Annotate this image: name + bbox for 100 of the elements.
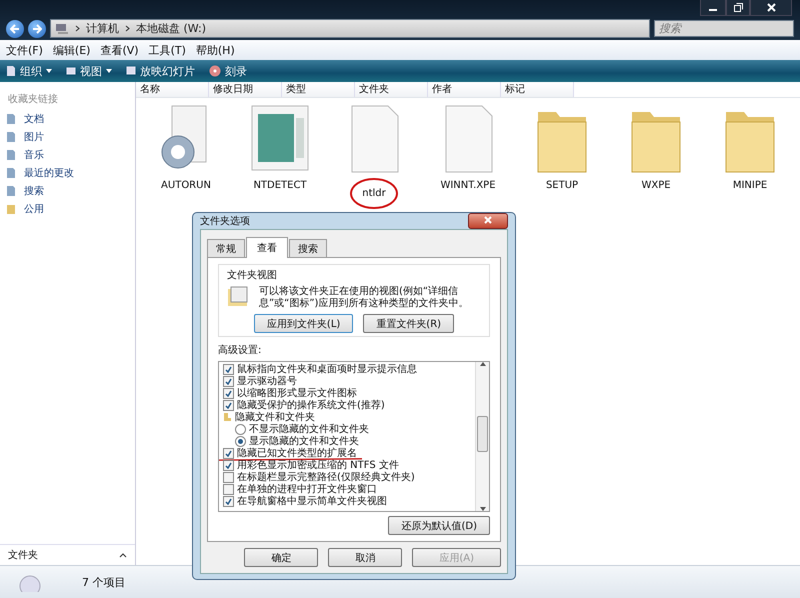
column-header[interactable]: 名称 (136, 82, 209, 97)
document-icon (6, 65, 16, 77)
tab[interactable]: 搜索 (289, 239, 327, 258)
sidebar-heading: 收藏夹链接 (7, 92, 59, 107)
menu-item[interactable]: 帮助(H) (196, 42, 235, 58)
item-count: 7 个项目 (82, 574, 126, 590)
folder-grid-icon (227, 286, 249, 308)
tab[interactable]: 常规 (207, 239, 245, 258)
chevron-up-icon (119, 552, 127, 558)
close-icon (766, 3, 776, 12)
search-field[interactable]: 搜索 (654, 20, 794, 37)
down-arrow-icon (480, 507, 486, 511)
toolbar-button[interactable]: 组织 (6, 64, 52, 78)
setting-label: 隐藏受保护的操作系统文件(推荐) (237, 398, 385, 412)
sidebar-item[interactable]: 搜索 (0, 182, 135, 200)
scrollbar[interactable] (475, 362, 489, 511)
toolbar-button[interactable]: 刻录 (209, 64, 247, 78)
column-header[interactable]: 修改日期 (209, 82, 282, 97)
setting-label: 在单独的进程中打开文件夹窗口 (237, 482, 377, 496)
left-arrow-icon (10, 24, 20, 34)
breadcrumb[interactable]: 计算机 (86, 21, 119, 36)
computer-icon (55, 22, 69, 34)
sidebar-item[interactable]: 音乐 (0, 146, 135, 164)
menu-item[interactable]: 文件(F) (6, 42, 43, 58)
document-icon (6, 131, 16, 143)
close-button[interactable] (750, 0, 792, 16)
screen-icon (126, 66, 136, 76)
document-icon (6, 167, 16, 179)
sidebar-item[interactable]: 公用 (0, 200, 135, 218)
setting-label: 不显示隐藏的文件和文件夹 (249, 422, 369, 436)
tab[interactable]: 查看 (246, 237, 288, 258)
menu-item[interactable]: 编辑(E) (52, 42, 90, 58)
up-arrow-icon (480, 362, 486, 366)
advanced-settings-label: 高级设置: (218, 344, 262, 357)
document-icon (6, 185, 16, 197)
checkbox[interactable] (223, 448, 234, 458)
restore-button[interactable] (726, 0, 750, 16)
file-name[interactable]: SETUP (540, 178, 584, 193)
setting-label: 显示隐藏的文件和文件夹 (249, 434, 359, 448)
breadcrumb[interactable]: 本地磁盘 (W:) (136, 21, 206, 36)
file-name[interactable]: WINNT.XPE (434, 178, 502, 193)
file-name[interactable]: WXPE (635, 178, 677, 193)
column-header[interactable]: 作者 (428, 82, 501, 97)
checkbox[interactable] (223, 460, 234, 470)
radio-button[interactable] (235, 436, 246, 446)
caret-icon (46, 69, 52, 73)
setting-label: 显示驱动器号 (237, 375, 297, 388)
description-text: 可以将该文件夹正在使用的视图(例如“详细信息”或“图标”)应用到所有这种类型的文件夹中。 (259, 286, 470, 310)
setting-label: 以缩略图形式显示文件图标 (237, 386, 357, 400)
file-name[interactable]: NTDETECT (247, 178, 313, 193)
back-button[interactable] (6, 20, 24, 38)
scrollbar-thumb[interactable] (477, 416, 488, 452)
file-name[interactable]: AUTORUN (155, 178, 217, 193)
radio-button[interactable] (235, 424, 246, 434)
sidebar-item[interactable]: 文档 (0, 110, 135, 128)
dialog-button[interactable]: 确定 (244, 548, 318, 567)
chevron-right-icon (125, 25, 130, 32)
dialog-title: 文件夹选项 (200, 214, 250, 228)
disc-icon (209, 65, 221, 77)
document-icon (6, 113, 16, 125)
group-title: 文件夹视图 (227, 268, 278, 282)
restore-defaults-button[interactable]: 还原为默认值(D) (388, 516, 490, 535)
document-icon (6, 149, 16, 161)
dialog-button[interactable]: 应用到文件夹(L) (254, 314, 354, 333)
column-header[interactable]: 标记 (501, 82, 574, 97)
setting-label: 用彩色显示加密或压缩的 NTFS 文件 (237, 458, 399, 472)
setting-label: 在导航窗格中显示简单文件夹视图 (237, 494, 387, 508)
checkbox[interactable] (223, 496, 234, 506)
close-icon (484, 216, 492, 224)
checkmark-icon (225, 498, 232, 504)
checkbox[interactable] (223, 472, 234, 482)
chevron-right-icon (75, 25, 80, 32)
checkbox[interactable] (223, 484, 234, 494)
address-bar[interactable]: 计算机 本地磁盘 (W:) (50, 19, 650, 38)
checkbox[interactable] (223, 376, 234, 386)
menu-item[interactable]: 查看(V) (100, 42, 139, 58)
toolbar-button[interactable]: 放映幻灯片 (126, 64, 195, 78)
forward-button[interactable] (28, 20, 46, 38)
minimize-button[interactable] (700, 0, 726, 16)
menu-item[interactable]: 工具(T) (148, 42, 186, 58)
setting-label: 隐藏已知文件类型的扩展名 (237, 446, 357, 460)
file-name[interactable]: MINIPE (726, 178, 774, 193)
checkbox[interactable] (223, 388, 234, 398)
restore-icon (734, 3, 742, 12)
close-button[interactable] (468, 213, 508, 229)
checkbox[interactable] (223, 364, 234, 374)
checkbox[interactable] (223, 400, 234, 410)
file-name[interactable]: ntldr (350, 178, 398, 209)
dialog-button[interactable]: 重置文件夹(R) (363, 314, 454, 333)
column-header[interactable]: 类型 (282, 82, 355, 97)
setting-label: 在标题栏显示完整路径(仅限经典文件夹) (237, 470, 415, 484)
sidebar-item[interactable]: 最近的更改 (0, 164, 135, 182)
caret-icon (106, 69, 112, 73)
sidebar-item[interactable]: 图片 (0, 128, 135, 146)
window-icon (66, 67, 76, 75)
dialog-button[interactable]: 取消 (328, 548, 402, 567)
setting-label: 隐藏文件和文件夹 (235, 410, 315, 424)
column-header[interactable]: 文件夹 (355, 82, 428, 97)
toolbar-button[interactable]: 视图 (66, 64, 112, 78)
right-arrow-icon (32, 24, 42, 34)
